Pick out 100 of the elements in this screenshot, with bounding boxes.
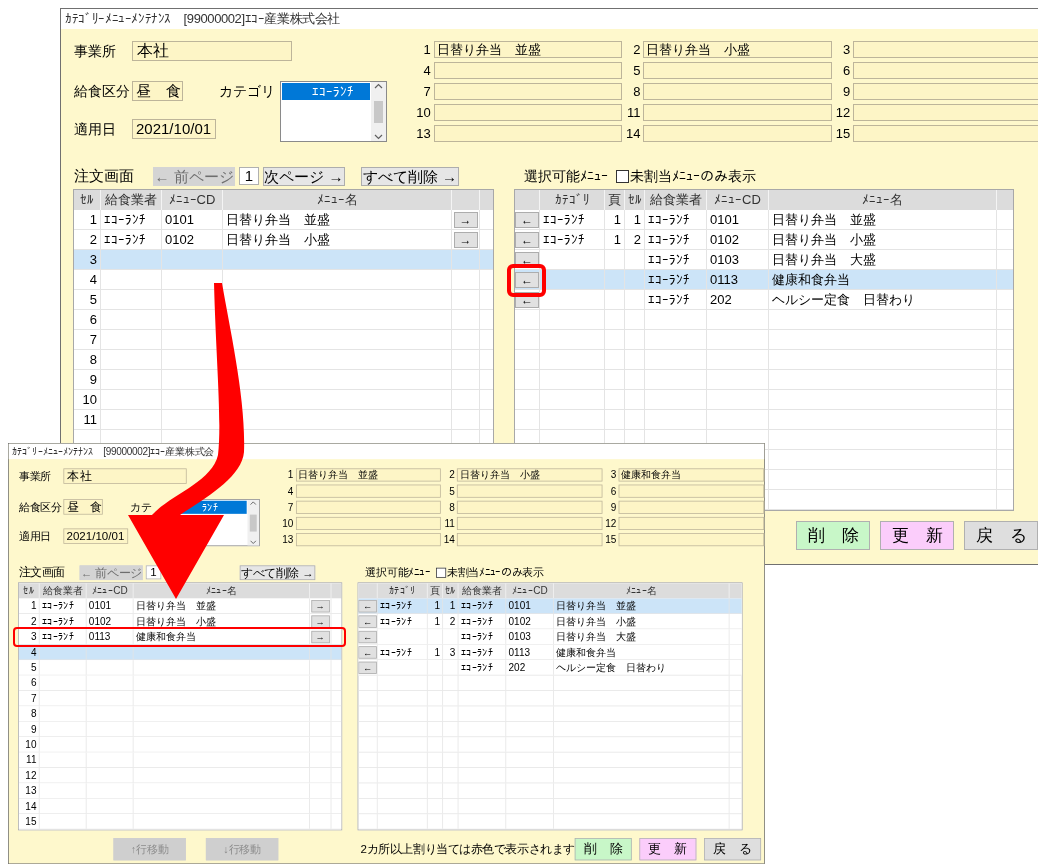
slot-field[interactable] — [853, 104, 1038, 121]
table-row[interactable]: 5 — [18, 660, 342, 676]
next-page-button[interactable]: 次ページ → — [263, 166, 345, 186]
table-row[interactable]: 1 ｴｺｰﾗﾝﾁ 0101 日替り弁当 並盛 → — [74, 210, 493, 230]
clear-all-button[interactable]: すべて削除 → — [361, 166, 459, 186]
checkbox[interactable] — [616, 169, 629, 183]
list-item[interactable]: ｴｺｰﾗﾝﾁ — [282, 83, 370, 100]
slot-field[interactable] — [618, 533, 765, 547]
slot-field[interactable]: 日替り弁当 並盛 — [433, 41, 623, 58]
text-field[interactable]: 2021/10/01 — [63, 528, 129, 544]
table-row[interactable]: 1 ｴｺｰﾗﾝﾁ 0101 日替り弁当 並盛 → — [18, 598, 342, 614]
table-row[interactable]: 8 — [18, 706, 342, 722]
table-row[interactable]: 3 ｴｺｰﾗﾝﾁ 0113 健康和食弁当 → — [18, 629, 342, 645]
slot-field[interactable] — [433, 125, 623, 142]
text-field[interactable]: 2021/10/01 — [132, 119, 216, 139]
slot-field[interactable] — [643, 104, 833, 121]
table-row[interactable]: 14 — [18, 798, 342, 815]
slot-field[interactable] — [295, 516, 442, 530]
slot-field[interactable]: 日替り弁当 小盛 — [643, 41, 833, 58]
slot-field[interactable] — [643, 125, 833, 142]
table-row[interactable]: ← ｴｺｰﾗﾝﾁ 1 1 ｴｺｰﾗﾝﾁ 0101 日替り弁当 並盛 — [358, 598, 742, 614]
action-button[interactable]: 削 除 — [796, 521, 870, 550]
action-button[interactable]: 更 新 — [639, 838, 697, 861]
chevron-down-icon[interactable] — [374, 134, 383, 140]
row-action-button[interactable]: ← — [515, 271, 539, 288]
text-field[interactable]: 本社 — [132, 41, 292, 61]
slot-field[interactable] — [618, 484, 765, 498]
row-action-button[interactable]: → — [311, 615, 330, 628]
slot-field[interactable] — [853, 41, 1038, 58]
text-field[interactable]: 本社 — [63, 468, 187, 484]
table-row[interactable]: ← ｴｺｰﾗﾝﾁ 1 2 ｴｺｰﾗﾝﾁ 0102 日替り弁当 小盛 — [515, 230, 1013, 250]
checkbox-label[interactable]: 未割当ﾒﾆｭｰのみ表示 — [630, 165, 756, 187]
slot-field[interactable] — [853, 83, 1038, 100]
table-row[interactable]: 11 — [74, 410, 493, 430]
slot-field[interactable] — [618, 500, 765, 514]
slot-field[interactable] — [643, 83, 833, 100]
chevron-up-icon[interactable] — [374, 83, 383, 89]
slot-field[interactable] — [457, 500, 603, 514]
action-button[interactable]: 削 除 — [574, 838, 632, 861]
slot-field[interactable] — [295, 484, 442, 498]
action-button[interactable]: 戻 る — [704, 838, 762, 861]
row-action-button[interactable]: → — [311, 599, 330, 612]
row-action-button[interactable]: → — [311, 630, 330, 643]
table-row[interactable]: ← ｴｺｰﾗﾝﾁ 0113 健康和食弁当 — [515, 270, 1013, 290]
text-field[interactable]: 昼 食 — [63, 499, 103, 515]
chevron-up-icon[interactable] — [249, 500, 257, 506]
table-row[interactable]: ← ｴｺｰﾗﾝﾁ 1 2 ｴｺｰﾗﾝﾁ 0102 日替り弁当 小盛 — [358, 613, 742, 630]
scrollbar[interactable] — [247, 500, 259, 546]
table-row[interactable]: 15 — [18, 814, 342, 830]
page-field[interactable]: 1 — [145, 565, 162, 580]
slot-field[interactable] — [295, 533, 442, 547]
table-row[interactable]: ← ｴｺｰﾗﾝﾁ 202 ヘルシー定食 日替わり — [515, 290, 1013, 310]
slot-field[interactable] — [643, 62, 833, 79]
row-action-button[interactable]: → — [453, 231, 478, 248]
list-box[interactable]: ｴｺｰﾗﾝﾁ — [280, 81, 387, 142]
checkbox-label[interactable]: 未割当ﾒﾆｭｰのみ表示 — [446, 564, 544, 581]
text-field[interactable]: 昼 食 — [132, 81, 183, 101]
row-action-button[interactable]: → — [453, 211, 478, 228]
slot-field[interactable] — [433, 104, 623, 121]
checkbox[interactable] — [436, 567, 447, 578]
row-action-button[interactable]: ← — [358, 615, 377, 628]
table-row[interactable]: 5 — [74, 290, 493, 310]
slot-field[interactable] — [457, 484, 603, 498]
table-row[interactable]: 9 — [18, 721, 342, 738]
row-action-button[interactable]: ← — [358, 599, 377, 612]
scrollbar[interactable] — [371, 82, 386, 141]
table-row[interactable]: 6 — [18, 675, 342, 691]
slot-field[interactable] — [853, 125, 1038, 142]
row-action-button[interactable]: ← — [515, 211, 539, 228]
table-row[interactable]: 2 ｴｺｰﾗﾝﾁ 0102 日替り弁当 小盛 → — [74, 230, 493, 250]
table-row[interactable]: 7 — [74, 330, 493, 350]
page-field[interactable]: 1 — [239, 167, 259, 185]
table-row[interactable]: ← ｴｺｰﾗﾝﾁ 0103 日替り弁当 大盛 — [515, 250, 1013, 270]
slot-field[interactable]: 日替り弁当 並盛 — [295, 468, 442, 482]
slot-field[interactable] — [457, 516, 603, 530]
slot-field[interactable] — [433, 83, 623, 100]
action-button[interactable]: 戻 る — [964, 521, 1038, 550]
table-row[interactable]: 7 — [18, 690, 342, 707]
table-row[interactable]: 10 — [18, 737, 342, 753]
slot-field[interactable] — [618, 516, 765, 530]
table-row[interactable]: ← ｴｺｰﾗﾝﾁ 1 3 ｴｺｰﾗﾝﾁ 0113 健康和食弁当 — [358, 644, 742, 661]
slot-field[interactable] — [853, 62, 1038, 79]
row-action-button[interactable]: ← — [358, 661, 377, 674]
clear-all-button[interactable]: すべて削除 → — [239, 565, 316, 580]
slot-field[interactable] — [433, 62, 623, 79]
chevron-down-icon[interactable] — [249, 540, 257, 545]
row-action-button[interactable]: ← — [358, 630, 377, 643]
table-row[interactable]: 8 — [74, 350, 493, 370]
table-row[interactable]: 3 — [74, 250, 493, 270]
slot-field[interactable] — [457, 533, 603, 547]
table-row[interactable]: ← ｴｺｰﾗﾝﾁ 1 1 ｴｺｰﾗﾝﾁ 0101 日替り弁当 並盛 — [515, 210, 1013, 230]
table-row[interactable]: 11 — [18, 752, 342, 768]
row-action-button[interactable]: ← — [358, 645, 377, 659]
slot-field[interactable]: 日替り弁当 小盛 — [457, 468, 603, 482]
table-row[interactable]: 6 — [74, 310, 493, 330]
row-action-button[interactable]: ← — [515, 231, 539, 248]
slot-field[interactable] — [295, 500, 442, 514]
table-row[interactable]: 10 — [74, 390, 493, 410]
table-row[interactable]: 13 — [18, 783, 342, 799]
table-row[interactable]: 4 — [74, 270, 493, 290]
